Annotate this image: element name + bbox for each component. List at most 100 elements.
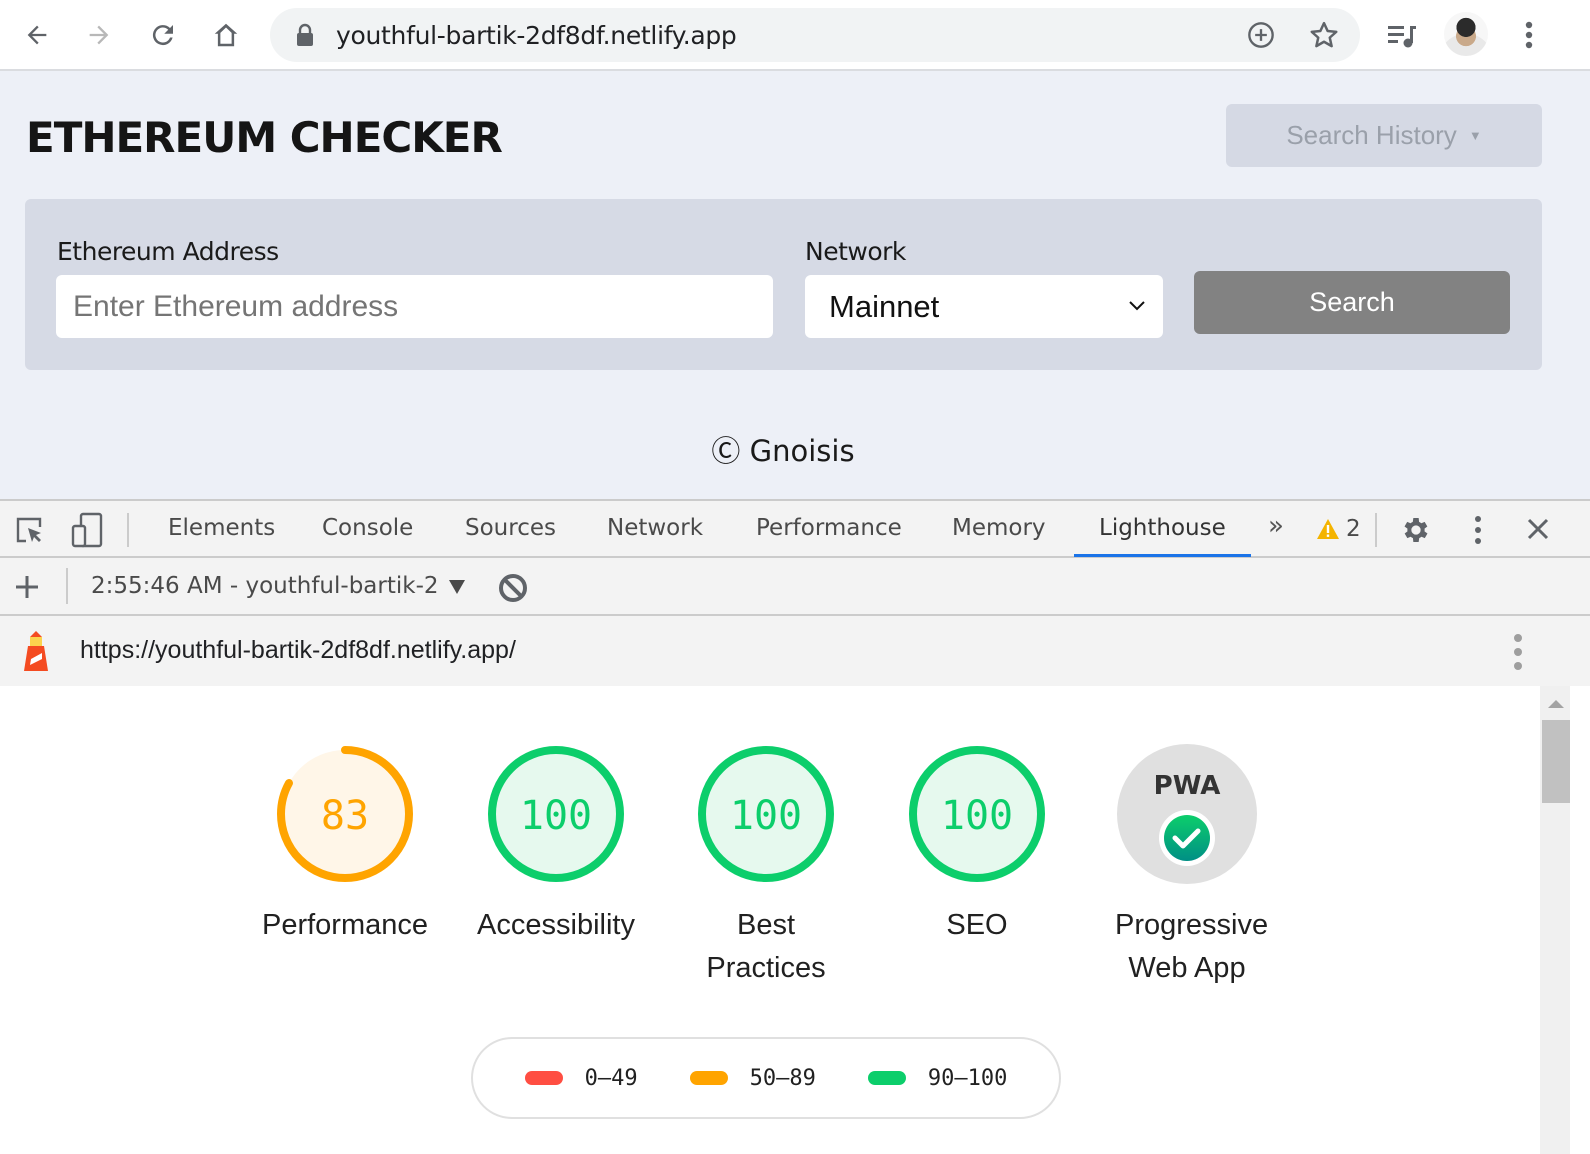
tab-console[interactable]: Console bbox=[322, 515, 413, 541]
toolbar-divider bbox=[1375, 513, 1377, 547]
footer-copyright: Ⓒ Gnoisis bbox=[711, 434, 855, 468]
caret-down-icon: ▼ bbox=[1468, 128, 1482, 143]
gauge-performance[interactable]: 83 Performance bbox=[245, 744, 445, 947]
gauge-accessibility[interactable]: 100 Accessibility bbox=[456, 744, 656, 947]
legend-swatch bbox=[689, 1071, 728, 1085]
report-url-bar: https://youthful-bartik-2df8df.netlify.a… bbox=[0, 616, 1590, 686]
legend-swatch bbox=[867, 1071, 906, 1085]
ethereum-address-input[interactable] bbox=[56, 275, 773, 338]
gauge-pwa[interactable]: PWA Progressive Web App bbox=[1087, 744, 1287, 990]
gauge-seo[interactable]: 100 SEO bbox=[877, 744, 1077, 947]
tab-sources[interactable]: Sources bbox=[465, 515, 556, 541]
home-icon bbox=[214, 23, 238, 47]
warning-count: 2 bbox=[1346, 516, 1361, 542]
add-circle-icon bbox=[1248, 22, 1274, 48]
devtools-close-button[interactable] bbox=[1522, 513, 1554, 545]
network-label: Network bbox=[805, 237, 906, 266]
forward-arrow-icon bbox=[89, 25, 109, 45]
chevron-down-icon bbox=[1129, 301, 1145, 311]
lighthouse-report: 83 Performance 100 Accessibility 100 Best Pra… bbox=[0, 686, 1540, 1154]
scrollbar-thumb[interactable] bbox=[1542, 720, 1570, 803]
block-icon bbox=[499, 574, 527, 602]
score-gauge: 83 bbox=[277, 746, 413, 882]
more-vert-icon[interactable] bbox=[1512, 633, 1524, 671]
web-page: ETHEREUM CHECKER Search History ▼ Ethere… bbox=[0, 71, 1590, 499]
new-report-button[interactable] bbox=[12, 572, 42, 602]
profile-avatar[interactable] bbox=[1444, 12, 1488, 56]
reload-icon bbox=[152, 25, 173, 46]
tab-lighthouse[interactable]: Lighthouse bbox=[1099, 515, 1226, 541]
search-history-label: Search History bbox=[1286, 120, 1457, 150]
install-app-button[interactable] bbox=[1244, 18, 1278, 52]
lighthouse-logo-icon bbox=[24, 631, 48, 671]
device-toolbar-button[interactable] bbox=[68, 511, 106, 549]
devtools-menu-button[interactable] bbox=[1466, 513, 1490, 547]
inspect-cursor-icon bbox=[16, 517, 42, 543]
toolbar-divider bbox=[127, 513, 129, 547]
home-button[interactable] bbox=[205, 14, 247, 56]
more-vert-icon bbox=[1475, 516, 1481, 544]
pwa-text: PWA bbox=[1154, 771, 1221, 801]
tab-memory[interactable]: Memory bbox=[952, 515, 1046, 541]
close-icon bbox=[1527, 518, 1549, 540]
tab-network[interactable]: Network bbox=[607, 515, 703, 541]
url-text[interactable]: youthful-bartik-2df8df.netlify.app bbox=[336, 21, 737, 50]
gauge-label: Performance bbox=[261, 909, 428, 941]
legend-range: 0–49 bbox=[584, 1065, 638, 1091]
warning-icon bbox=[1317, 519, 1339, 539]
network-selected-value: Mainnet bbox=[829, 289, 940, 324]
score-legend: 0–49 50–89 90–100 bbox=[471, 1037, 1061, 1119]
gauge-label: Best Practices bbox=[706, 909, 826, 984]
legend-swatch bbox=[524, 1071, 563, 1085]
active-tab-indicator bbox=[1074, 554, 1251, 557]
clear-reports-button[interactable] bbox=[497, 572, 529, 604]
dropdown-triangle-icon[interactable] bbox=[449, 580, 465, 594]
plus-icon bbox=[16, 576, 38, 598]
issues-warning-button[interactable]: 2 bbox=[1316, 515, 1361, 543]
pwa-badge-icon: PWA bbox=[1117, 744, 1257, 884]
gauge-score: 83 bbox=[321, 793, 369, 839]
address-bar[interactable]: youthful-bartik-2df8df.netlify.app bbox=[270, 8, 1360, 62]
legend-range: 50–89 bbox=[749, 1065, 816, 1091]
reload-button[interactable] bbox=[142, 14, 184, 56]
bookmark-button[interactable] bbox=[1307, 18, 1341, 52]
browser-menu-button[interactable] bbox=[1508, 14, 1550, 56]
gauge-label: Accessibility bbox=[477, 909, 635, 941]
gauge-score: 100 bbox=[941, 793, 1013, 839]
toolbar-divider bbox=[66, 568, 68, 604]
gauge-score: 100 bbox=[520, 793, 592, 839]
forward-button[interactable] bbox=[78, 14, 120, 56]
report-url[interactable]: https://youthful-bartik-2df8df.netlify.a… bbox=[80, 636, 516, 665]
tab-elements[interactable]: Elements bbox=[168, 515, 275, 541]
report-selector[interactable]: 2:55:46 AM - youthful-bartik-2 bbox=[91, 573, 439, 599]
legend-range: 90–100 bbox=[927, 1065, 1008, 1091]
score-gauge: 100 bbox=[698, 746, 834, 882]
devtools-settings-button[interactable] bbox=[1398, 512, 1434, 548]
legend-item-fail: 0–49 bbox=[524, 1065, 638, 1091]
more-vert-icon bbox=[1525, 21, 1533, 49]
more-tabs-button[interactable]: » bbox=[1268, 511, 1284, 541]
address-label: Ethereum Address bbox=[57, 237, 279, 266]
scroll-up-arrow-icon[interactable] bbox=[1548, 700, 1564, 708]
search-button[interactable]: Search bbox=[1194, 271, 1510, 334]
media-queue-button[interactable] bbox=[1381, 14, 1423, 56]
back-arrow-icon bbox=[27, 25, 47, 45]
report-scrollbar[interactable] bbox=[1540, 686, 1570, 1154]
device-mode-icon bbox=[71, 512, 103, 548]
search-history-button[interactable]: Search History ▼ bbox=[1226, 104, 1542, 167]
back-button[interactable] bbox=[16, 14, 58, 56]
app-title: ETHEREUM CHECKER bbox=[26, 113, 503, 162]
devtools-tab-bar: Elements Console Sources Network Perform… bbox=[0, 499, 1590, 558]
tab-performance[interactable]: Performance bbox=[756, 515, 902, 541]
gauge-score: 100 bbox=[730, 793, 802, 839]
search-form: Ethereum Address Network Mainnet Search bbox=[25, 199, 1542, 370]
gear-icon bbox=[1404, 518, 1428, 542]
star-icon bbox=[1310, 21, 1338, 48]
gauge-label: SEO bbox=[946, 909, 1008, 941]
lighthouse-toolbar: 2:55:46 AM - youthful-bartik-2 bbox=[0, 558, 1590, 616]
lock-icon bbox=[297, 23, 313, 46]
gauge-best-practices[interactable]: 100 Best Practices bbox=[666, 744, 866, 990]
inspect-element-button[interactable] bbox=[12, 513, 48, 549]
score-gauge: 100 bbox=[488, 746, 624, 882]
network-select[interactable]: Mainnet bbox=[805, 275, 1163, 338]
